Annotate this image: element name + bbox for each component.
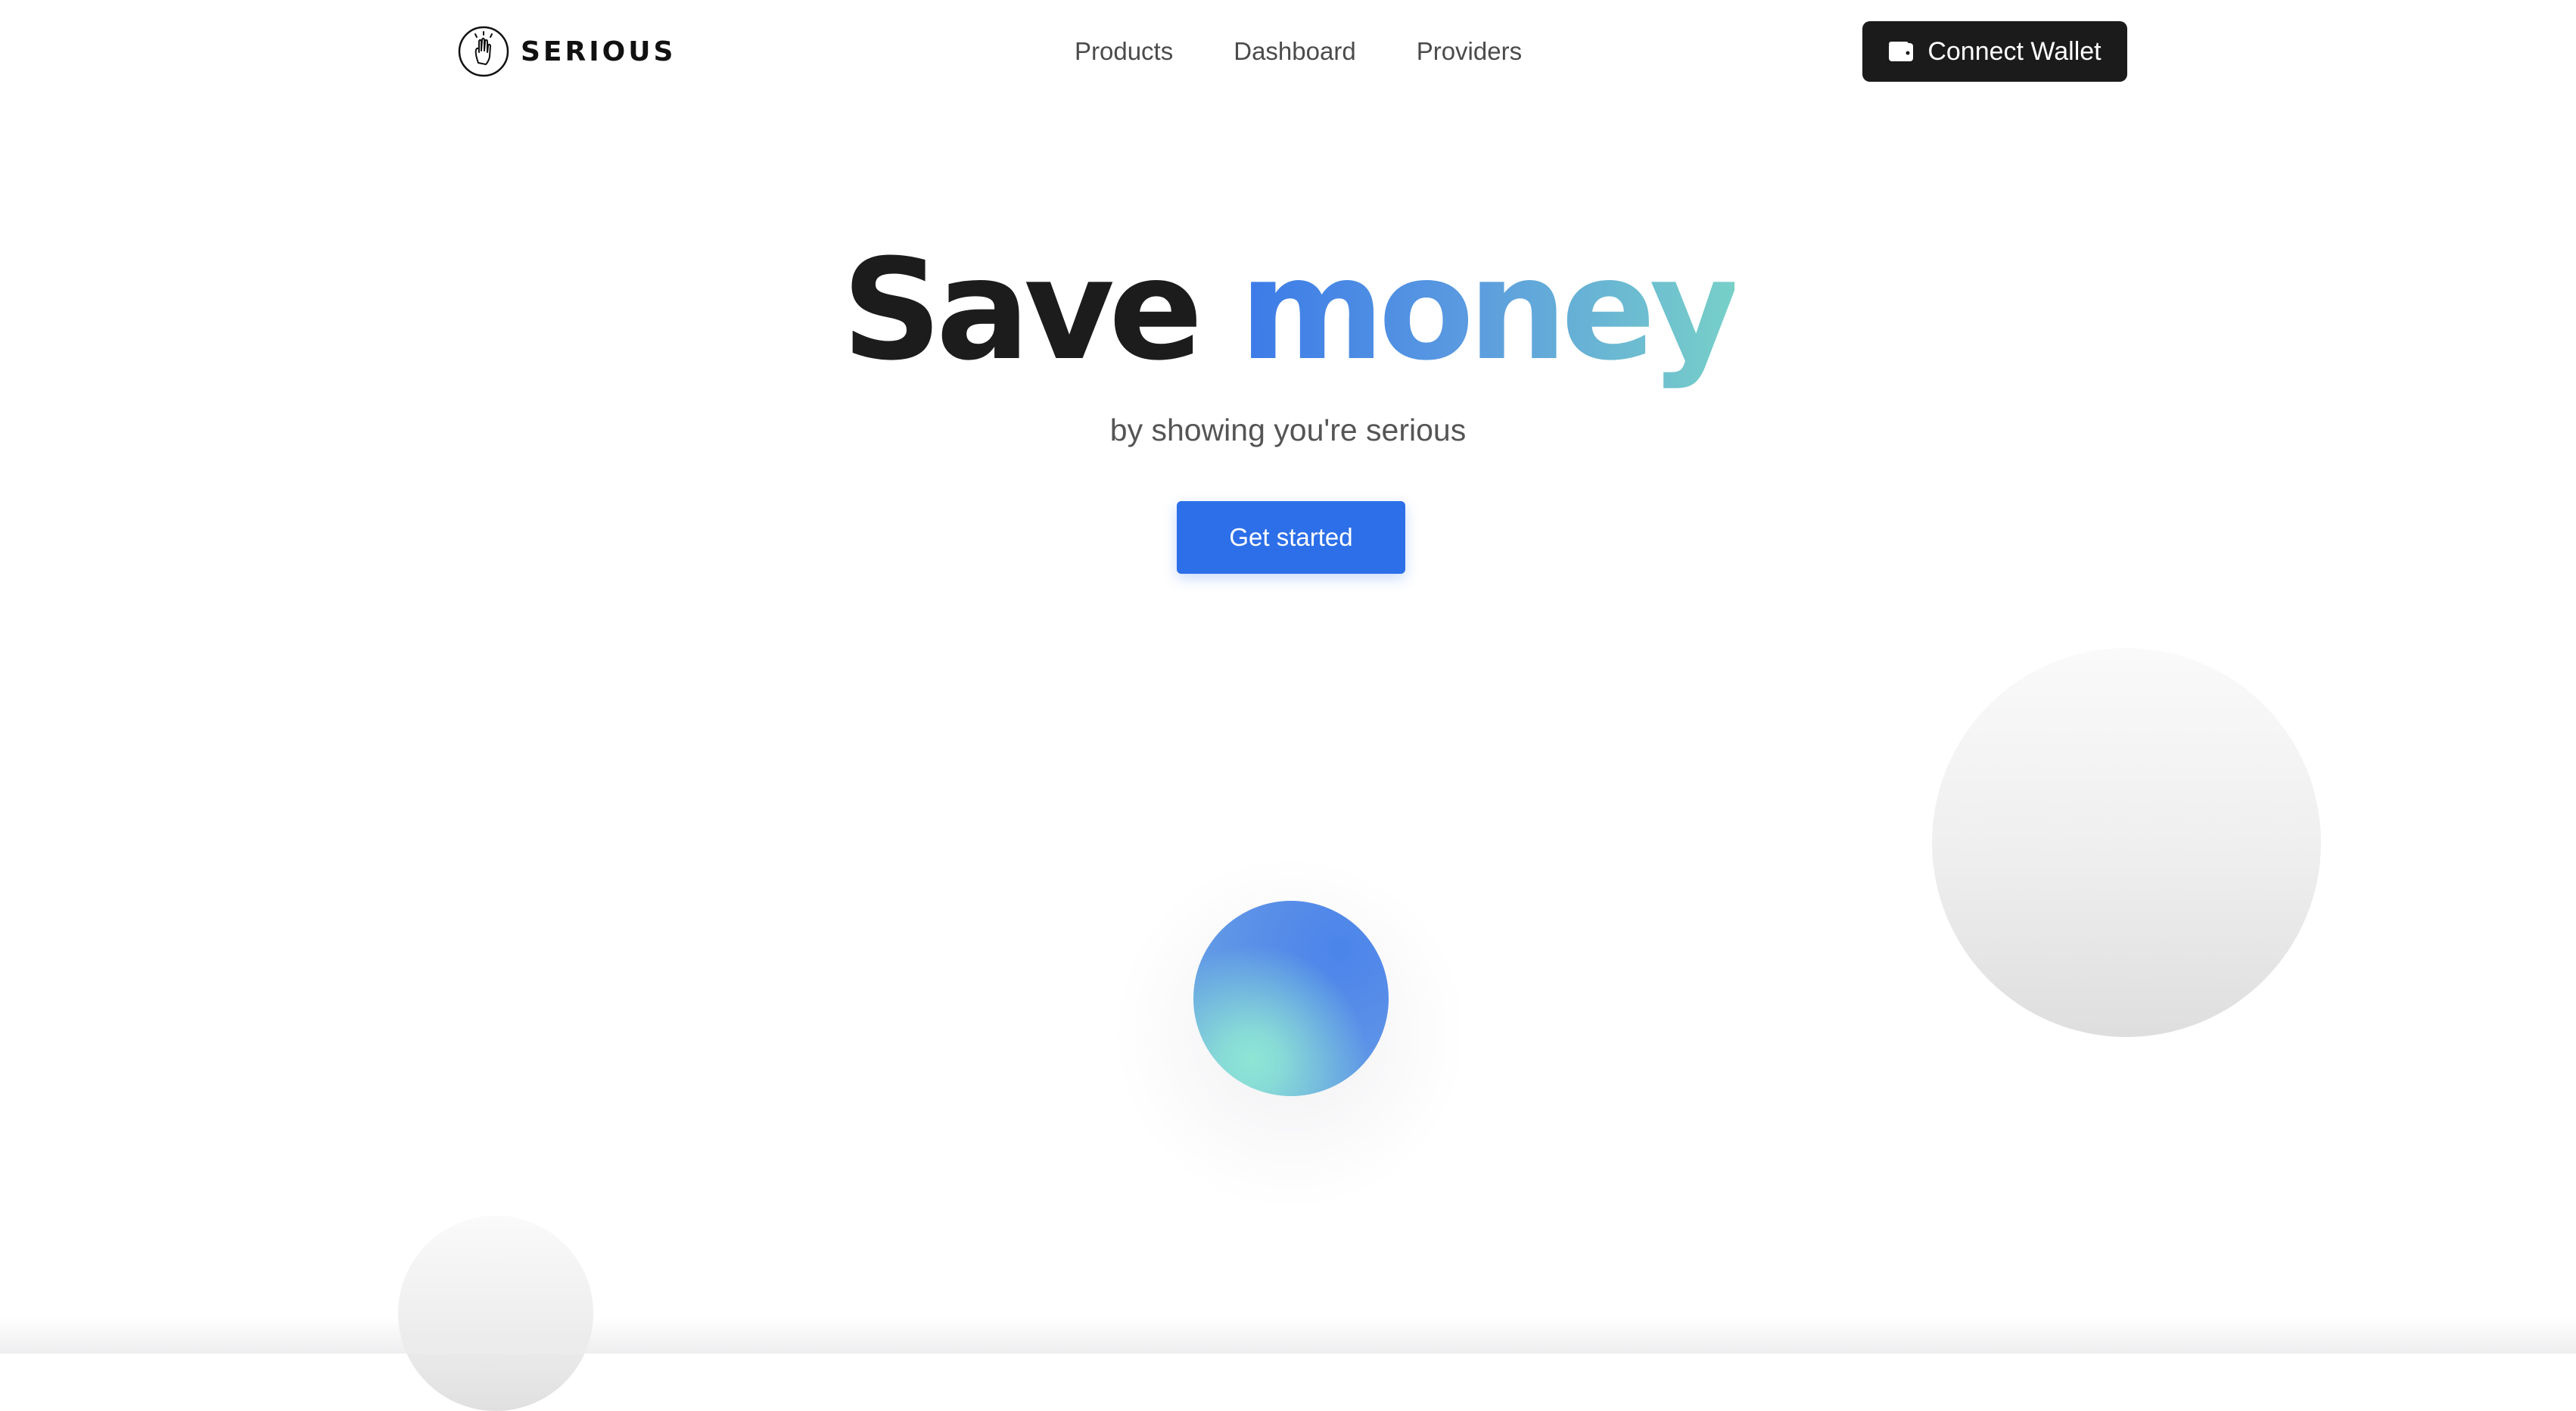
bottom-fade xyxy=(0,1317,2576,1353)
hero-title: Save money xyxy=(0,227,2576,394)
grey-orb-large xyxy=(1932,648,2321,1037)
get-started-button[interactable]: Get started xyxy=(1177,501,1405,574)
logo-text: SERIOUS xyxy=(521,36,677,67)
top-nav: SERIOUS Products Dashboard Providers Con… xyxy=(0,0,2576,101)
grey-orb-small xyxy=(398,1216,593,1411)
hand-circle-icon xyxy=(458,26,509,77)
connect-wallet-button[interactable]: Connect Wallet xyxy=(1862,21,2127,82)
nav-link-products[interactable]: Products xyxy=(1075,32,1173,71)
wallet-icon xyxy=(1889,42,1914,61)
hero-title-plain: Save xyxy=(842,229,1202,391)
primary-nav: Products Dashboard Providers xyxy=(1075,32,1522,71)
nav-link-providers[interactable]: Providers xyxy=(1417,32,1522,71)
nav-link-dashboard[interactable]: Dashboard xyxy=(1234,32,1355,71)
hero-title-accent: money xyxy=(1239,229,1741,391)
gradient-orb xyxy=(1193,901,1389,1096)
connect-wallet-label: Connect Wallet xyxy=(1927,36,2102,66)
hero-subtitle: by showing you're serious xyxy=(1109,413,1467,447)
logo-link[interactable]: SERIOUS xyxy=(457,24,676,79)
